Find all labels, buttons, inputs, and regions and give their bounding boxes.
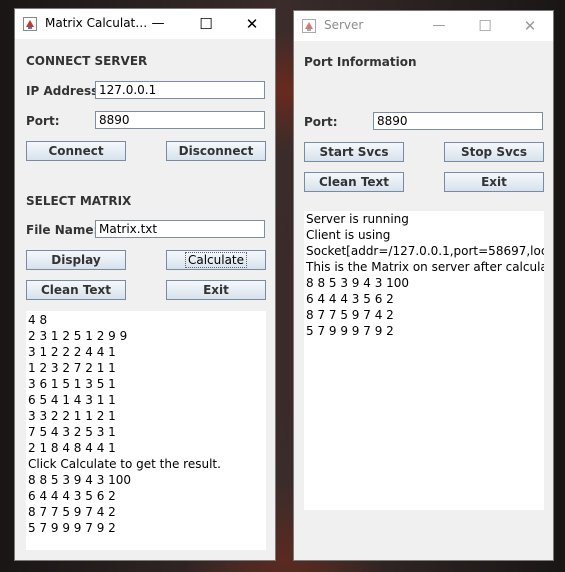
output-line: 8 8 5 3 9 4 3 100 [306, 276, 410, 290]
server-window: Server — ☐ ✕ Port Information Port: 8890… [294, 11, 553, 560]
client-output-text-area[interactable]: 4 8 2 3 1 2 5 1 2 9 9 3 1 2 2 2 4 4 1 1 … [26, 311, 266, 550]
output-line: 3 6 1 5 1 3 5 1 [28, 377, 116, 391]
maximize-button[interactable]: ☐ [462, 11, 508, 41]
calculate-button[interactable]: Calculate [166, 250, 266, 270]
output-line: 3 1 2 2 2 4 4 1 [28, 345, 116, 359]
output-line: 5 7 9 9 9 7 9 2 [306, 324, 394, 338]
output-line: 7 5 4 3 2 5 3 1 [28, 425, 116, 439]
output-line: Server is running [306, 212, 409, 226]
close-button[interactable]: ✕ [507, 11, 553, 41]
client-window: Matrix Calculat… — ☐ ✕ CONNECT SERVER IP… [15, 9, 275, 560]
output-line: 6 4 4 4 3 5 6 2 [28, 489, 116, 503]
select-matrix-header: SELECT MATRIX [26, 194, 132, 208]
ip-address-input[interactable]: 127.0.0.1 [95, 81, 265, 99]
server-exit-button[interactable]: Exit [444, 172, 544, 192]
output-line: 3 3 2 2 1 1 2 1 [28, 409, 116, 423]
output-line: Click Calculate to get the result. [28, 457, 221, 471]
output-line: Socket[addr=/127.0.0.1,port=58697,localp… [306, 244, 544, 258]
port-information-header: Port Information [304, 55, 417, 69]
output-line: 8 7 7 5 9 7 4 2 [28, 505, 116, 519]
display-button[interactable]: Display [26, 250, 126, 270]
server-output-text-area[interactable]: Server is running Client is using Socket… [304, 211, 544, 510]
client-title-bar[interactable]: Matrix Calculat… — ☐ ✕ [15, 9, 275, 39]
stop-svcs-button[interactable]: Stop Svcs [444, 142, 544, 162]
start-svcs-button[interactable]: Start Svcs [304, 142, 404, 162]
output-line: 6 4 4 4 3 5 6 2 [306, 292, 394, 306]
output-line: 8 8 5 3 9 4 3 100 [28, 473, 132, 487]
close-button[interactable]: ✕ [229, 9, 275, 39]
disconnect-button[interactable]: Disconnect [166, 141, 266, 161]
java-app-icon [302, 19, 316, 33]
port-input[interactable]: 8890 [95, 111, 265, 129]
maximize-button[interactable]: ☐ [183, 9, 229, 39]
server-port-input[interactable]: 8890 [373, 112, 543, 130]
server-window-title: Server [324, 18, 364, 32]
ip-address-label: IP Address: [26, 84, 104, 98]
clean-text-button[interactable]: Clean Text [26, 280, 126, 300]
server-clean-text-button[interactable]: Clean Text [304, 172, 404, 192]
connect-button[interactable]: Connect [26, 141, 126, 161]
port-label: Port: [26, 114, 60, 128]
output-line: 1 2 3 2 7 2 1 1 [28, 361, 116, 375]
output-line: Client is using [306, 228, 391, 242]
minimize-button[interactable]: — [135, 9, 181, 39]
output-line: 6 5 4 1 4 3 1 1 [28, 393, 116, 407]
output-line: 2 1 8 4 8 4 4 1 [28, 441, 116, 455]
output-line: 8 7 7 5 9 7 4 2 [306, 308, 394, 322]
output-line: 2 3 1 2 5 1 2 9 9 [28, 329, 128, 343]
client-window-title: Matrix Calculat… [45, 16, 148, 30]
file-name-label: File Name: [26, 223, 99, 237]
connect-server-header: CONNECT SERVER [26, 54, 148, 68]
minimize-button[interactable]: — [416, 11, 462, 41]
output-line: 4 8 [28, 313, 48, 327]
server-title-bar[interactable]: Server — ☐ ✕ [294, 11, 553, 41]
server-port-label: Port: [304, 115, 338, 129]
exit-button[interactable]: Exit [166, 280, 266, 300]
output-line: 5 7 9 9 9 7 9 2 [28, 521, 116, 535]
output-line: This is the Matrix on server after calcu… [306, 260, 544, 274]
java-app-icon [23, 17, 37, 31]
file-name-input[interactable]: Matrix.txt [95, 220, 265, 238]
